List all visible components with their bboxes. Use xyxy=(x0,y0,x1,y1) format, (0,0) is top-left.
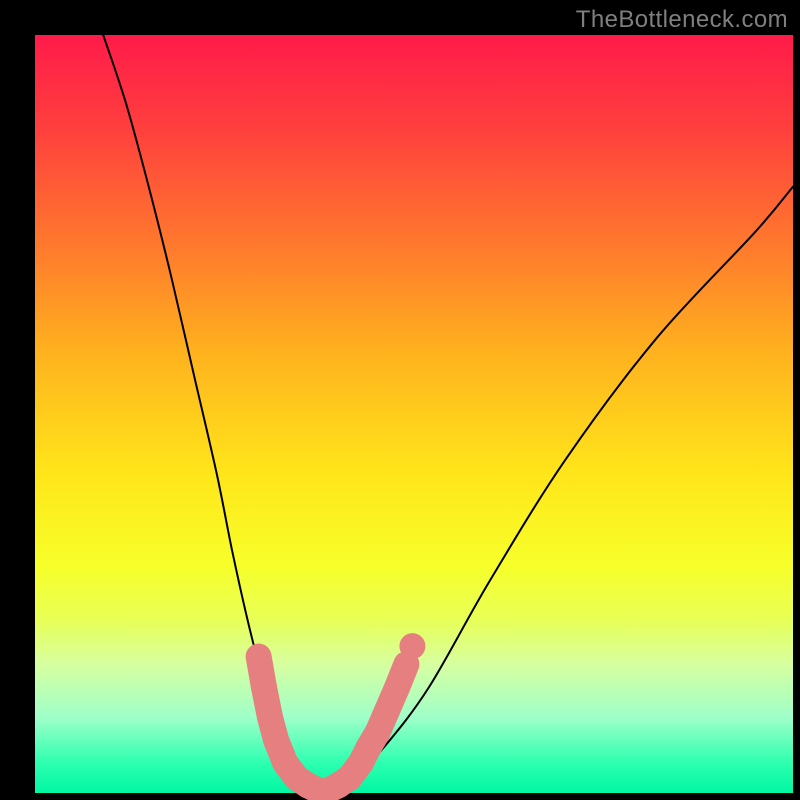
marker-dot xyxy=(399,633,425,659)
marker-group xyxy=(259,633,426,793)
watermark-text: TheBottleneck.com xyxy=(576,6,788,34)
bottleneck-curve xyxy=(103,35,793,793)
marker-segment xyxy=(397,664,406,687)
chart-svg xyxy=(35,35,793,793)
plot-area xyxy=(35,35,793,793)
chart-stage: TheBottleneck.com xyxy=(0,0,800,800)
